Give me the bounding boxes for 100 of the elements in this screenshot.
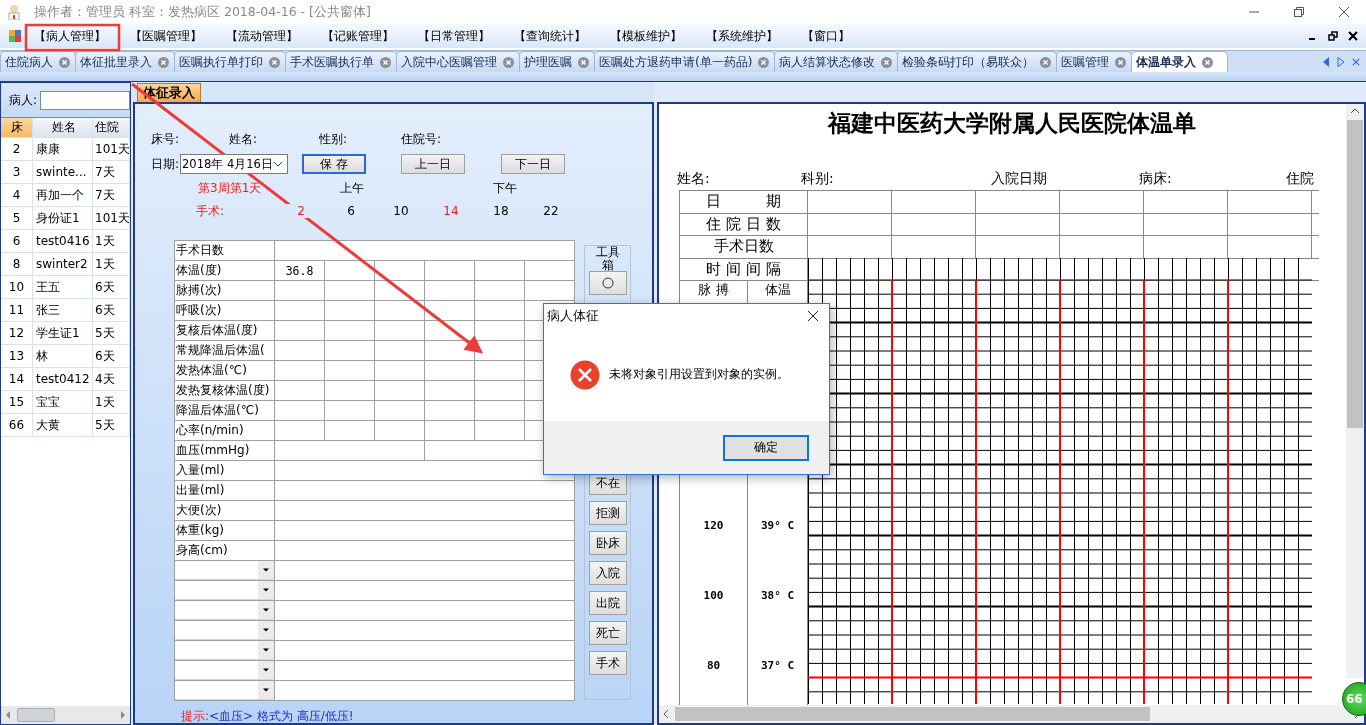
- sheet-title: 福建中医药大学附属人民医院体温单: [826, 108, 1197, 138]
- patient-label: 病人:: [9, 91, 38, 109]
- tab[interactable]: 检验条码打印（易联众）: [897, 51, 1058, 72]
- menu-item[interactable]: 【日常管理】: [418, 27, 490, 45]
- surgery-label: 手术:: [196, 202, 226, 220]
- table-cell: 15: [1, 391, 33, 413]
- table-cell: 1天: [93, 253, 130, 275]
- form-button[interactable]: 保 存: [302, 154, 367, 174]
- tool-button[interactable]: 出院: [588, 591, 627, 616]
- table-cell: 6天: [93, 299, 130, 321]
- tab[interactable]: 住院病人: [0, 51, 76, 72]
- table-cell: 8: [1, 253, 33, 275]
- tab[interactable]: 手术医嘱执行单: [285, 51, 397, 72]
- table-cell: 101天: [93, 207, 130, 229]
- chevron-down-icon: [273, 161, 284, 167]
- dropdown-field[interactable]: [175, 621, 275, 640]
- time-label: 14: [442, 204, 460, 218]
- field-label: 住院号:: [401, 130, 442, 148]
- caret-icon: [258, 661, 274, 679]
- pulse-tick: 100: [703, 589, 724, 604]
- menu-item[interactable]: 【医嘱管理】: [130, 27, 202, 45]
- column-header[interactable]: 住院: [93, 118, 130, 137]
- scroll-left-icon[interactable]: [5, 710, 11, 720]
- dropdown-field[interactable]: [175, 581, 275, 600]
- scrollbar-thumb[interactable]: [17, 708, 55, 722]
- dropdown-field[interactable]: [175, 681, 275, 700]
- row-label: 呼吸(次): [175, 301, 275, 320]
- pulse-tick: 120: [703, 519, 724, 534]
- form-button[interactable]: 下一日: [501, 154, 566, 174]
- tool-button[interactable]: 卧床: [588, 531, 627, 556]
- temperature-label: 体温: [764, 281, 791, 299]
- ok-button[interactable]: 确定: [723, 434, 809, 461]
- dropdown-field[interactable]: [175, 661, 275, 680]
- time-label: 10: [392, 204, 410, 218]
- table-cell: 宝宝: [33, 391, 93, 413]
- close-icon[interactable]: [807, 310, 819, 322]
- tool-button[interactable]: 入院: [588, 561, 627, 586]
- scrollbar-thumb[interactable]: [675, 707, 1150, 721]
- table-cell: 1天: [93, 391, 130, 413]
- column-header[interactable]: 床: [1, 118, 33, 137]
- scroll-right-icon[interactable]: [1337, 56, 1345, 67]
- menu-item[interactable]: 【查询统计】: [514, 27, 586, 45]
- row-label: 入量(ml): [175, 461, 275, 480]
- scroll-left-icon[interactable]: [663, 709, 669, 719]
- menu-item[interactable]: 【模板维护】: [610, 27, 682, 45]
- dropdown-field[interactable]: [175, 641, 275, 660]
- scroll-right-icon[interactable]: [120, 710, 126, 720]
- tab[interactable]: 医嘱执行单打印: [174, 51, 286, 72]
- tool-button[interactable]: 手术: [588, 651, 627, 676]
- dropdown-field[interactable]: [175, 561, 275, 580]
- restore-icon[interactable]: [1328, 31, 1338, 41]
- patient-field[interactable]: [40, 90, 131, 110]
- time-label: 22: [542, 204, 560, 218]
- tab[interactable]: 入院中心医嘱管理: [396, 51, 520, 72]
- table-cell: 5天: [93, 414, 130, 436]
- row-label: 常规降温后体温(: [175, 341, 275, 360]
- menu-item[interactable]: 【记账管理】: [322, 27, 394, 45]
- restore-icon[interactable]: [1293, 6, 1305, 18]
- tab[interactable]: 医嘱处方退药申请(单一药品): [594, 51, 776, 72]
- horizontal-scrollbar[interactable]: [659, 705, 1364, 723]
- table-cell: 66: [1, 414, 33, 436]
- menu-item[interactable]: 【病人管理】: [34, 27, 106, 45]
- tab[interactable]: 体征批里录入: [75, 51, 175, 72]
- caret-icon: [258, 561, 274, 579]
- table-cell: 5: [1, 207, 33, 229]
- date-picker[interactable]: 2018年 4月16日: [180, 154, 289, 174]
- tab[interactable]: 体温单录入: [1131, 51, 1229, 72]
- dropdown-field[interactable]: [175, 601, 275, 620]
- horizontal-scrollbar[interactable]: [1, 706, 130, 724]
- nurse-icon: [6, 4, 22, 20]
- row-label: 时 间 间 隔: [680, 258, 808, 280]
- menu-item[interactable]: 【系统维护】: [706, 27, 778, 45]
- caret-icon: [258, 641, 274, 659]
- close-icon[interactable]: [1338, 6, 1350, 18]
- table-cell: 身份证1: [33, 207, 93, 229]
- tab[interactable]: 护理医嘱: [519, 51, 595, 72]
- scroll-left-icon[interactable]: [1322, 56, 1330, 67]
- circle-button[interactable]: [588, 271, 627, 296]
- column-header[interactable]: 姓名: [33, 118, 93, 137]
- time-label: 18: [492, 204, 510, 218]
- app-icon[interactable]: [8, 29, 22, 43]
- tab[interactable]: 病人结算状态修改: [774, 51, 899, 72]
- tool-button[interactable]: 死亡: [588, 621, 627, 646]
- table-cell: 7天: [93, 184, 130, 206]
- row-label: 发热体温(℃): [175, 361, 275, 380]
- menu-item[interactable]: 【窗口】: [802, 27, 850, 45]
- table-cell: 7天: [93, 161, 130, 183]
- close-icon[interactable]: [1348, 31, 1358, 41]
- week-label: 第3周第1天: [198, 179, 263, 197]
- scrollbar-thumb[interactable]: [1347, 120, 1363, 428]
- tool-button[interactable]: 拒测: [588, 501, 627, 526]
- scroll-up-icon[interactable]: [1350, 108, 1360, 114]
- tab[interactable]: 医嘱管理: [1056, 51, 1133, 72]
- menu-item[interactable]: 【流动管理】: [226, 27, 298, 45]
- input-field[interactable]: 36.8: [275, 261, 325, 280]
- dialog-title: 病人体征: [547, 307, 599, 325]
- vertical-scrollbar[interactable]: [1346, 104, 1364, 678]
- form-button[interactable]: 上一日: [401, 154, 466, 174]
- row-label: 住 院 日 数: [680, 213, 808, 235]
- time-label: 6: [346, 204, 356, 218]
